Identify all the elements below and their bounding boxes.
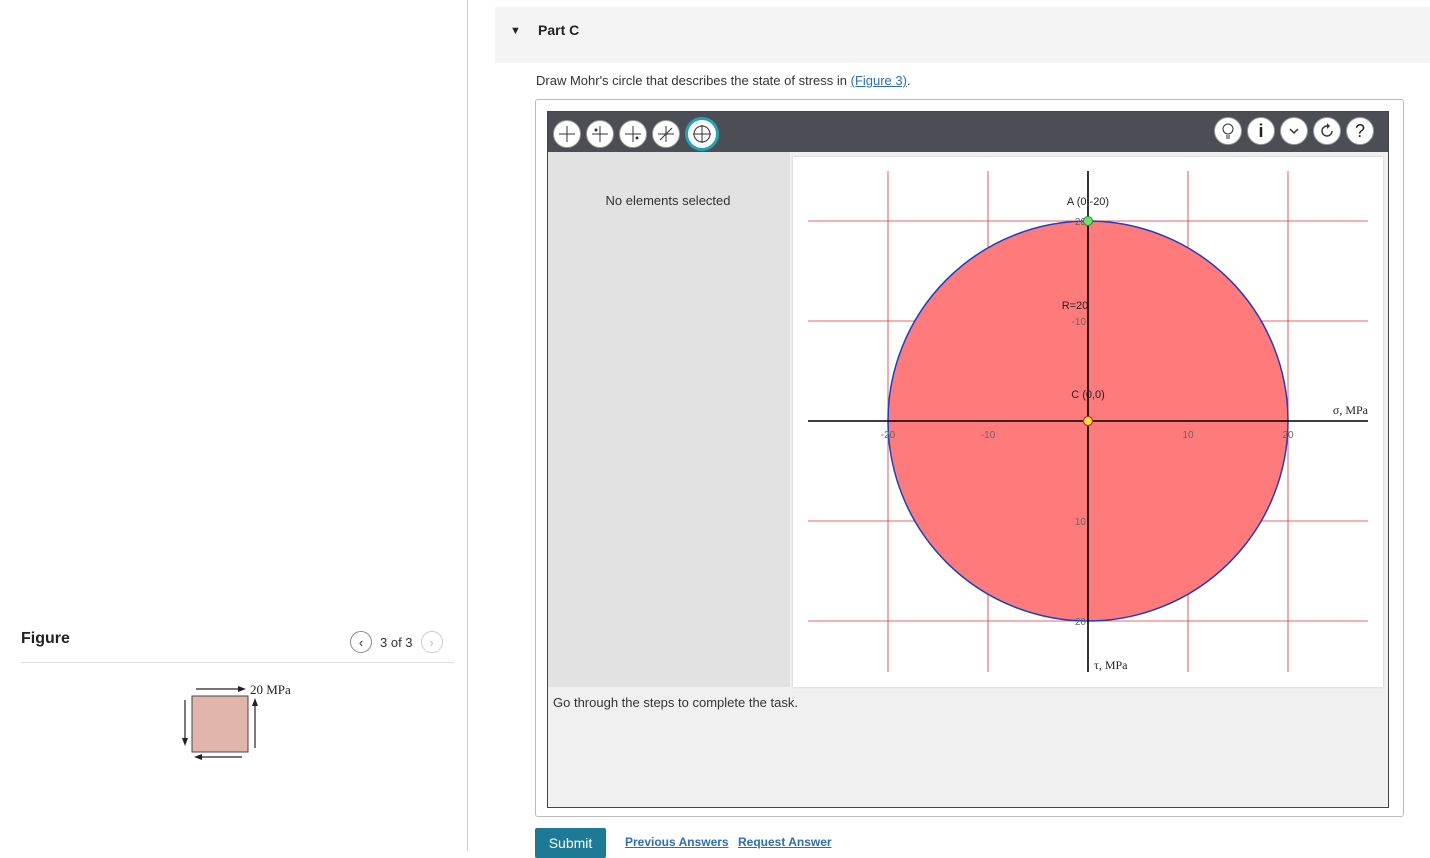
- collapse-caret-icon[interactable]: ▼: [510, 25, 521, 37]
- point-a-label: A (0,-20): [1067, 196, 1109, 208]
- figure-divider: [21, 662, 454, 663]
- prev-figure-button[interactable]: ‹: [350, 631, 372, 653]
- x-tick-label: -10: [981, 430, 996, 441]
- question-prompt: Draw Mohr's circle that describes the st…: [536, 73, 911, 88]
- circle-tool-icon[interactable]: [685, 117, 719, 151]
- figure-title: Figure: [21, 630, 70, 647]
- sigma-y-axis-icon[interactable]: [586, 120, 614, 148]
- y-tick-label: 20: [1075, 617, 1087, 628]
- dropdown-chevron-icon[interactable]: [1280, 117, 1308, 145]
- x-tick-label: 10: [1182, 430, 1194, 441]
- help-icon[interactable]: ?: [1346, 117, 1374, 145]
- part-title: Part C: [538, 22, 580, 38]
- x-tick-label: -20: [881, 430, 896, 441]
- y-tick-label: -10: [1072, 317, 1087, 328]
- stress-value-label: 20 MPa: [250, 682, 291, 697]
- reset-icon[interactable]: [1313, 117, 1341, 145]
- submit-button[interactable]: Submit: [535, 828, 606, 858]
- request-answer-link[interactable]: Request Answer: [738, 835, 832, 849]
- properties-panel: [548, 152, 790, 687]
- toolbar-left-group: [553, 117, 719, 151]
- next-figure-button[interactable]: ›: [420, 631, 443, 653]
- pager-text: 3 of 3: [380, 634, 413, 650]
- no-selection-text: No elements selected: [605, 193, 731, 208]
- mohr-circle-plot[interactable]: -20 -10 10 20-20-101020σ, MPaτ, MPa A (0,-2…: [793, 157, 1383, 687]
- center-marker: [1082, 415, 1094, 427]
- center-label: C (0,0): [1071, 389, 1105, 401]
- figure-pager: ‹ 3 of 3 ›: [350, 631, 443, 653]
- hint-bulb-icon[interactable]: [1214, 117, 1242, 145]
- previous-answers-link[interactable]: Previous Answers: [625, 835, 729, 849]
- prompt-end: .: [906, 73, 911, 88]
- sigma-axis-label: σ, MPa: [1333, 403, 1369, 417]
- shear-axis-icon[interactable]: [619, 120, 647, 148]
- radius-label: R=20: [1062, 300, 1089, 312]
- rotation-axis-icon[interactable]: [652, 120, 680, 148]
- sigma-x-axis-icon[interactable]: [553, 120, 581, 148]
- prompt-text: Draw Mohr's circle that describes the st…: [536, 73, 851, 88]
- tau-axis-label: τ, MPa: [1094, 658, 1128, 672]
- steps-instruction: Go through the steps to complete the tas…: [553, 695, 798, 710]
- graph-canvas[interactable]: -20 -10 10 20 -20 -10 10 20 σ, MPa τ, MPa A (0,-2…: [793, 157, 1383, 687]
- x-tick-label: 20: [1282, 430, 1294, 441]
- panel-divider: [467, 0, 468, 851]
- y-tick-label: 10: [1075, 517, 1087, 528]
- point-a-marker: [1083, 216, 1093, 226]
- toolbar-right-group: i ?: [1214, 117, 1374, 145]
- part-header[interactable]: [495, 7, 1430, 63]
- figure-link[interactable]: (Figure 3): [851, 73, 907, 88]
- info-icon[interactable]: i: [1247, 117, 1275, 145]
